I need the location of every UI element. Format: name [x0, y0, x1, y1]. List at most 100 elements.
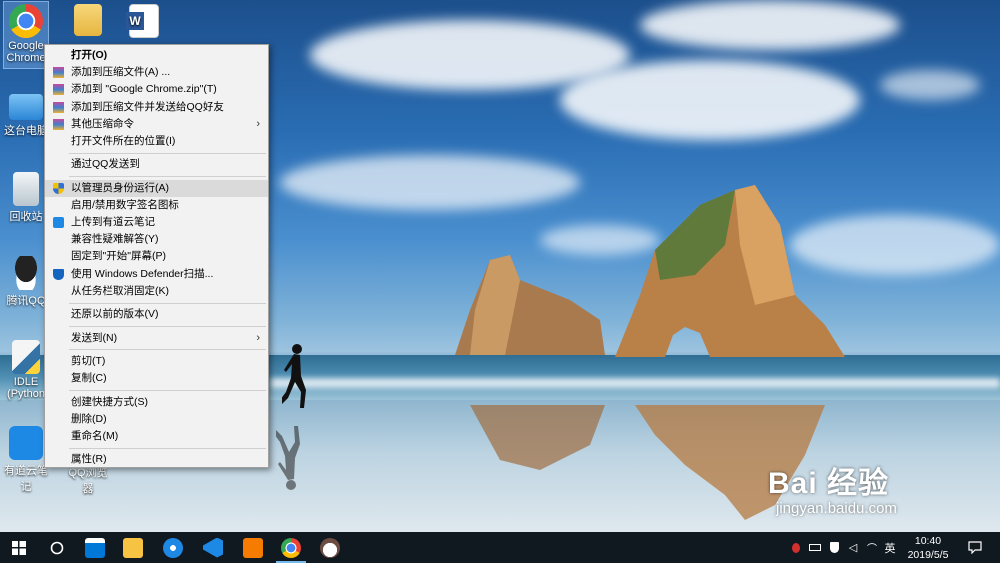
chevron-right-icon: › [256, 117, 260, 130]
menu-item-troubleshoot-compatibility[interactable]: 兼容性疑难解答(Y) [45, 231, 268, 248]
taskbar-app-media[interactable] [234, 532, 272, 563]
menu-item-cut[interactable]: 剪切(T) [45, 353, 268, 370]
tray-battery[interactable] [806, 532, 824, 563]
desktop-icon-chrome[interactable]: Google Chrome [3, 1, 49, 69]
vscode-icon [203, 537, 223, 558]
start-button[interactable] [0, 532, 38, 563]
security-shield-icon [829, 542, 839, 553]
menu-item-digital-signature[interactable]: 启用/禁用数字签名图标 [45, 197, 268, 214]
menu-item-label: 上传到有道云笔记 [71, 216, 155, 229]
menu-item-pin-to-start[interactable]: 固定到"开始"屏幕(P) [45, 248, 268, 265]
desktop-icon-label: 回收站 [9, 211, 43, 223]
desktop-icon-label: 这台电脑 [4, 125, 48, 137]
desktop-icon-word[interactable]: W [122, 4, 166, 40]
menu-item-label: 剪切(T) [71, 354, 106, 367]
shield-icon [53, 182, 64, 194]
clock-time: 10:40 [914, 535, 942, 547]
menu-item-restore-previous[interactable]: 还原以前的版本(V) [45, 306, 268, 323]
youdao-note-icon [53, 217, 64, 229]
taskbar: ◁ ⌒ 英 [0, 532, 1000, 563]
menu-separator [69, 176, 266, 178]
tray-app-icon[interactable] [788, 532, 804, 563]
menu-item-label: 属性(R) [71, 453, 107, 466]
menu-item-delete[interactable]: 删除(D) [45, 411, 268, 428]
coffee-icon [320, 537, 340, 558]
menu-item-label: 打开文件所在的位置(I) [71, 134, 176, 147]
menu-item-label: 以管理员身份运行(A) [71, 181, 169, 194]
tray-red-icon [792, 542, 800, 553]
taskbar-app-store[interactable] [76, 532, 114, 563]
menu-item-run-as-admin[interactable]: 以管理员身份运行(A) [45, 179, 268, 197]
cortana-button[interactable] [38, 532, 76, 563]
desktop-icon-youdao-note[interactable]: 有道云笔记 [4, 426, 48, 494]
menu-item-add-to-zip[interactable]: 添加到 "Google Chrome.zip"(T) [45, 81, 268, 98]
qq-icon [9, 256, 43, 290]
desktop-icon-python[interactable]: IDLE (Python [4, 340, 48, 400]
taskbar-app-chrome[interactable] [272, 532, 310, 563]
menu-separator [69, 302, 266, 304]
menu-item-label: 还原以前的版本(V) [71, 308, 159, 321]
python-icon [12, 340, 40, 374]
menu-item-open[interactable]: 打开(O) [45, 47, 268, 64]
youdao-note-icon [9, 426, 43, 460]
action-center-button[interactable] [960, 532, 990, 563]
chrome-icon [281, 537, 301, 558]
menu-item-archive-send-qq[interactable]: 添加到压缩文件并发送给QQ好友 [45, 99, 268, 116]
tray-volume[interactable]: ◁ [844, 532, 862, 563]
clock-date: 2019/5/5 [907, 549, 949, 561]
menu-item-send-via-qq[interactable]: 通过QQ发送到 [45, 156, 268, 173]
media-icon [243, 537, 263, 558]
menu-item-unpin-taskbar[interactable]: 从任务栏取消固定(K) [45, 283, 268, 300]
tray-security[interactable] [826, 532, 842, 563]
menu-item-open-location[interactable]: 打开文件所在的位置(I) [45, 133, 268, 150]
desktop-icon-label: Google Chrome [6, 40, 46, 64]
notification-icon [968, 541, 982, 554]
chrome-icon [9, 4, 43, 38]
menu-item-properties[interactable]: 属性(R) [45, 451, 268, 468]
tray-network[interactable]: ⌒ [864, 532, 880, 563]
menu-separator [69, 349, 266, 351]
defender-icon [53, 268, 64, 280]
taskbar-app-sticky[interactable] [114, 532, 152, 563]
tray-ime[interactable]: 英 [880, 532, 900, 563]
menu-item-label: 复制(C) [71, 372, 107, 385]
menu-item-label: 重命名(M) [71, 429, 119, 442]
menu-item-label: 添加到 "Google Chrome.zip"(T) [71, 83, 217, 96]
menu-separator [69, 389, 266, 391]
menu-item-other-compress[interactable]: 其他压缩命令 › [45, 116, 268, 133]
menu-separator [69, 447, 266, 449]
desktop-icon-label: 有道云笔记 [4, 465, 48, 493]
taskbar-app-browser[interactable] [154, 532, 192, 563]
menu-item-copy[interactable]: 复制(C) [45, 370, 268, 387]
menu-item-label: 从任务栏取消固定(K) [71, 284, 169, 297]
menu-item-defender-scan[interactable]: 使用 Windows Defender扫描... [45, 266, 268, 283]
volume-icon: ◁ [848, 542, 858, 554]
menu-item-upload-youdao[interactable]: 上传到有道云笔记 [45, 214, 268, 231]
menu-item-label: 兼容性疑难解答(Y) [71, 233, 159, 246]
menu-item-label: 添加到压缩文件(A) ... [71, 66, 171, 79]
recycle-bin-icon [13, 172, 39, 206]
menu-item-create-shortcut[interactable]: 创建快捷方式(S) [45, 394, 268, 411]
menu-item-add-to-archive[interactable]: 添加到压缩文件(A) ... [45, 64, 268, 81]
small-rock [455, 255, 605, 355]
taskbar-app-vscode[interactable] [194, 532, 232, 563]
context-menu: 打开(O) 添加到压缩文件(A) ... 添加到 "Google Chrome.… [44, 44, 269, 468]
menu-item-label: 删除(D) [71, 412, 107, 425]
desktop-icon-folder[interactable] [66, 4, 110, 38]
sticky-icon [123, 537, 143, 558]
desktop-icon-computer[interactable]: 这台电脑 [4, 90, 48, 138]
desktop-icon-qq[interactable]: 腾讯QQ [4, 256, 48, 308]
winrar-icon [53, 118, 64, 130]
desktop-icon-qq-browser[interactable]: QQ浏览器 [64, 464, 112, 496]
word-icon: W [126, 4, 159, 38]
menu-item-label: 通过QQ发送到 [71, 158, 140, 171]
taskbar-app-coffee[interactable] [311, 532, 349, 563]
ime-indicator: 英 [884, 542, 896, 555]
arch-rock [615, 185, 845, 357]
menu-item-send-to[interactable]: 发送到(N) › [45, 330, 268, 347]
menu-item-rename[interactable]: 重命名(M) [45, 428, 268, 445]
desktop-icon-recycle-bin[interactable]: 回收站 [4, 172, 48, 224]
winrar-icon [53, 84, 64, 96]
taskbar-clock[interactable]: 10:40 2019/5/5 [900, 532, 956, 563]
menu-item-label: 添加到压缩文件并发送给QQ好友 [71, 100, 224, 113]
